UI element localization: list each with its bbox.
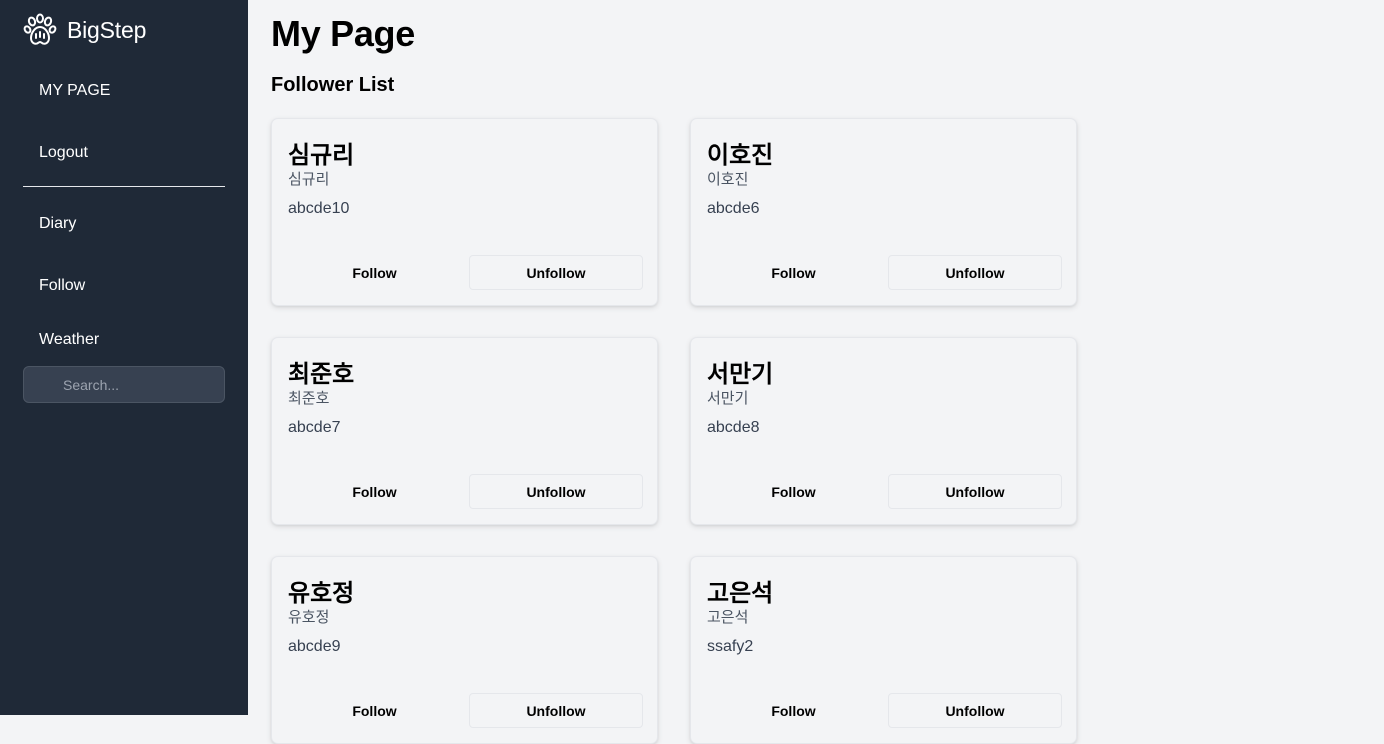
follow-button[interactable]: Follow (707, 693, 880, 728)
brand[interactable]: BigStep (23, 13, 146, 47)
card-subtitle: 서만기 (707, 390, 749, 407)
card-user-id: ssafy2 (707, 638, 754, 655)
card-name: 서만기 (707, 361, 774, 388)
follower-card: 이호진 이호진 abcde6 Follow Unfollow (690, 118, 1077, 306)
unfollow-button[interactable]: Unfollow (469, 255, 643, 290)
card-name: 심규리 (288, 142, 355, 169)
unfollow-button[interactable]: Unfollow (888, 693, 1062, 728)
unfollow-button[interactable]: Unfollow (469, 474, 643, 509)
card-user-id: abcde9 (288, 638, 341, 655)
section-title: Follower List (271, 74, 395, 96)
card-user-id: abcde10 (288, 200, 350, 217)
paw-icon (23, 13, 57, 45)
follow-button[interactable]: Follow (288, 693, 461, 728)
card-subtitle: 이호진 (707, 171, 749, 188)
card-name: 유호정 (288, 580, 355, 607)
unfollow-button[interactable]: Unfollow (888, 255, 1062, 290)
follow-button[interactable]: Follow (288, 474, 461, 509)
card-subtitle: 고은석 (707, 609, 749, 626)
card-user-id: abcde6 (707, 200, 760, 217)
card-name: 최준호 (288, 361, 355, 388)
sidebar-item-diary[interactable]: Diary (39, 215, 76, 233)
card-name: 이호진 (707, 142, 774, 169)
follower-card: 심규리 심규리 abcde10 Follow Unfollow (271, 118, 658, 306)
sidebar: BigStep MY PAGE Logout Diary Follow Weat… (0, 0, 248, 715)
card-user-id: abcde8 (707, 419, 760, 436)
follow-button[interactable]: Follow (288, 255, 461, 290)
sidebar-divider (23, 186, 225, 187)
sidebar-item-follow[interactable]: Follow (39, 277, 85, 295)
main-content: My Page Follower List 심규리 심규리 abcde10 Fo… (248, 0, 1384, 744)
follow-button[interactable]: Follow (707, 255, 880, 290)
brand-name: BigStep (67, 16, 147, 43)
unfollow-button[interactable]: Unfollow (469, 693, 643, 728)
sidebar-item-weather[interactable]: Weather (39, 331, 99, 349)
card-name: 고은석 (707, 580, 774, 607)
follow-button[interactable]: Follow (707, 474, 880, 509)
follower-card: 최준호 최준호 abcde7 Follow Unfollow (271, 337, 658, 525)
follower-card: 서만기 서만기 abcde8 Follow Unfollow (690, 337, 1077, 525)
card-user-id: abcde7 (288, 419, 341, 436)
sidebar-item-logout[interactable]: Logout (39, 144, 88, 162)
page-title: My Page (271, 13, 415, 54)
search-input[interactable] (23, 366, 225, 403)
card-subtitle: 최준호 (288, 390, 330, 407)
follower-card: 유호정 유호정 abcde9 Follow Unfollow (271, 556, 658, 744)
sidebar-item-my-page[interactable]: MY PAGE (39, 82, 110, 100)
card-subtitle: 유호정 (288, 609, 330, 626)
follower-card: 고은석 고은석 ssafy2 Follow Unfollow (690, 556, 1077, 744)
card-subtitle: 심규리 (288, 171, 330, 188)
unfollow-button[interactable]: Unfollow (888, 474, 1062, 509)
